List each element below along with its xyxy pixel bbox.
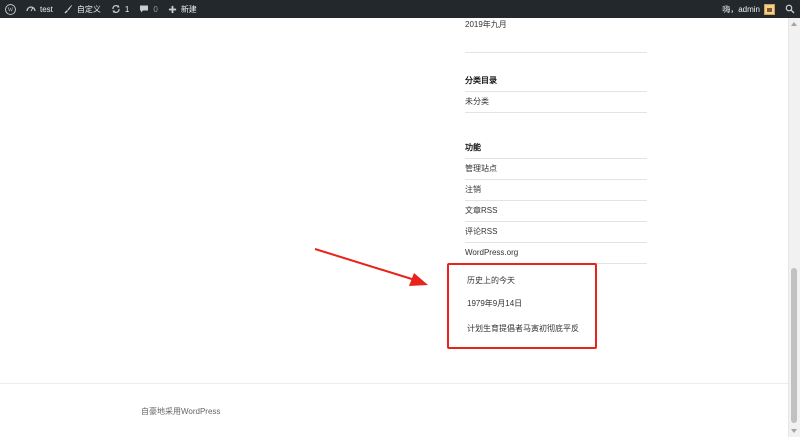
scroll-down-arrow-icon[interactable]	[791, 429, 797, 433]
scrollbar-thumb[interactable]	[791, 268, 797, 423]
footer-divider	[0, 383, 789, 384]
annotation-arrow	[314, 248, 428, 286]
arrow-head-icon	[409, 273, 428, 286]
page-scrollbar[interactable]	[788, 18, 800, 437]
footer-credit[interactable]: 自豪地采用WordPress	[141, 406, 220, 417]
scroll-up-arrow-icon[interactable]	[791, 22, 797, 26]
